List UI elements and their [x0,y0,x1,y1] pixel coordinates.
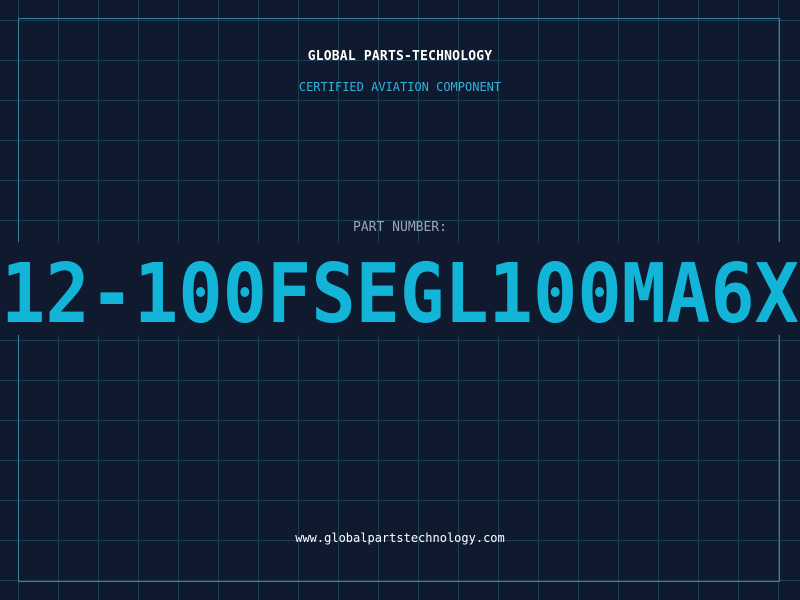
company-name: GLOBAL PARTS-TECHNOLOGY [307,49,493,64]
certification-tagline: CERTIFIED AVIATION COMPONENT [298,80,502,94]
website-url: www.globalpartstechnology.com [295,531,505,545]
part-number-label: PART NUMBER: [353,220,447,235]
part-number-graphic: 12-100FSEGL100MA6X [1,247,799,335]
part-number-band: 12-100FSEGL100MA6X [0,242,800,335]
part-number-value: 12-100FSEGL100MA6X [1,247,799,335]
